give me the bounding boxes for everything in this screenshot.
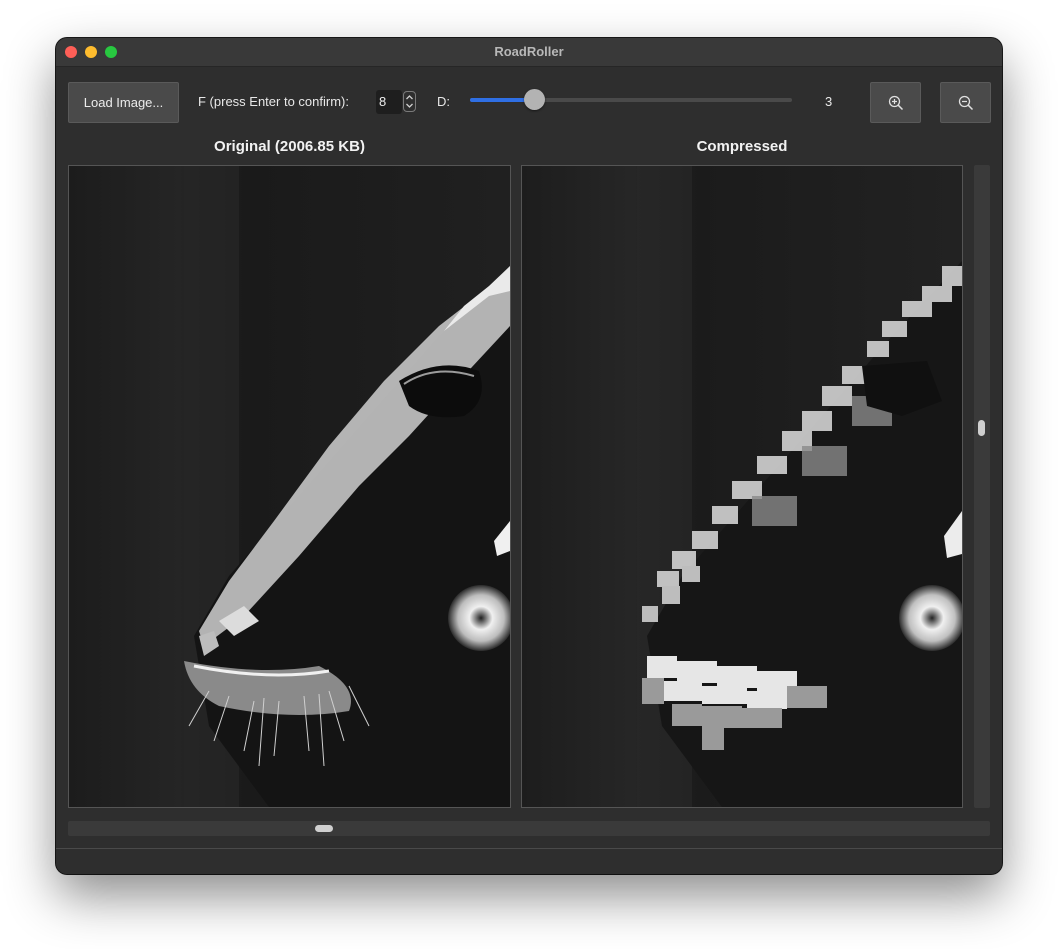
chevron-down-icon [406, 103, 413, 108]
chevron-up-icon [406, 95, 413, 100]
d-value-label: 3 [825, 94, 833, 109]
f-label: F (press Enter to confirm): [198, 94, 349, 109]
d-label: D: [437, 94, 450, 109]
horizontal-scrollbar[interactable] [68, 821, 990, 836]
window-title: RoadRoller [494, 44, 564, 59]
horizontal-scroll-thumb[interactable] [315, 825, 333, 832]
compressed-image-view[interactable] [521, 165, 963, 808]
zoom-out-button[interactable] [940, 82, 991, 123]
load-image-button[interactable]: Load Image... [68, 82, 179, 123]
vertical-scrollbar[interactable] [974, 165, 990, 808]
app-window: RoadRoller Load Image... F (press Enter … [56, 38, 1002, 874]
original-panel-title: Original (2006.85 KB) [214, 138, 365, 155]
f-spinbox-input[interactable]: 8 [376, 90, 402, 114]
title-bar: RoadRoller [56, 38, 1002, 67]
compressed-panel-title: Compressed [696, 138, 788, 155]
original-image-view[interactable] [68, 165, 511, 808]
compressed-image [522, 166, 962, 807]
original-image [69, 166, 510, 807]
zoom-out-icon [958, 95, 973, 110]
d-slider-handle[interactable] [523, 89, 545, 110]
zoom-in-button[interactable] [870, 82, 921, 123]
status-bar [56, 848, 1002, 874]
zoom-in-icon [888, 95, 903, 110]
f-spinbox-stepper[interactable] [403, 91, 416, 112]
vertical-scroll-thumb[interactable] [978, 420, 985, 436]
